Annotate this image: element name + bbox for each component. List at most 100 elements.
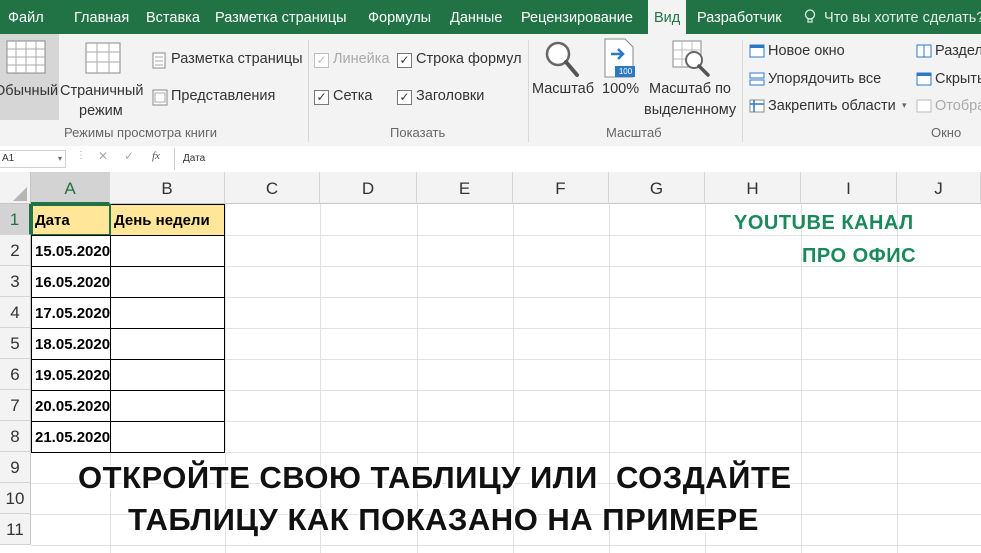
table-cell-empty[interactable] bbox=[110, 235, 225, 267]
tab-insert[interactable]: Вставка bbox=[146, 0, 200, 34]
page-markup-icon bbox=[152, 52, 166, 69]
tell-me-text: Что вы хотите сделать? bbox=[824, 10, 981, 26]
tell-me-box[interactable]: Что вы хотите сделать? bbox=[804, 0, 981, 34]
formula-bar-checkbox[interactable]: ✓ bbox=[397, 53, 412, 68]
split-icon bbox=[916, 44, 932, 58]
arrange-all-button[interactable]: Упорядочить все bbox=[747, 70, 907, 92]
normal-view-button[interactable]: Обычный bbox=[0, 34, 59, 120]
table-row[interactable]: 19.05.2020 bbox=[31, 359, 111, 391]
zoom-button[interactable]: Масштаб bbox=[530, 34, 598, 120]
formula-input[interactable]: Дата bbox=[174, 148, 981, 170]
column-header-d[interactable]: D bbox=[320, 172, 417, 204]
ruler-checkbox[interactable]: ✓ bbox=[314, 53, 329, 68]
row-header-8[interactable]: 8 bbox=[0, 421, 31, 452]
column-header-f[interactable]: F bbox=[513, 172, 609, 204]
column-header-e[interactable]: E bbox=[417, 172, 513, 204]
ruler-label: Линейка bbox=[333, 51, 390, 67]
tab-file[interactable]: Файл bbox=[8, 0, 44, 34]
check-icon[interactable]: ✓ bbox=[124, 149, 134, 163]
freeze-panes-button[interactable]: Закрепить области ▾ bbox=[747, 97, 912, 119]
table-cell-empty[interactable] bbox=[110, 421, 225, 453]
table-row[interactable]: 16.05.2020 bbox=[31, 266, 111, 298]
page-layout-icon bbox=[85, 42, 121, 74]
column-header-i[interactable]: I bbox=[801, 172, 897, 204]
column-header-c[interactable]: C bbox=[225, 172, 320, 204]
table-row[interactable]: 21.05.2020 bbox=[31, 421, 111, 453]
hide-label: Скрыть bbox=[935, 71, 981, 87]
table-cell-empty[interactable] bbox=[110, 390, 225, 422]
hide-button[interactable]: Скрыть bbox=[914, 70, 981, 92]
gridlines-checkbox[interactable]: ✓ bbox=[314, 90, 329, 105]
row-header-5[interactable]: 5 bbox=[0, 328, 31, 359]
new-window-button[interactable]: Новое окно bbox=[747, 42, 907, 64]
tab-home[interactable]: Главная bbox=[74, 0, 129, 34]
row-header-6[interactable]: 6 bbox=[0, 359, 31, 390]
page-markup-label: Разметка страницы bbox=[171, 51, 303, 67]
row-header-2[interactable]: 2 bbox=[0, 235, 31, 266]
arrange-all-icon bbox=[749, 72, 765, 86]
zoom-selection-label-1: Масштаб по bbox=[649, 81, 731, 97]
table-cell-empty[interactable] bbox=[110, 359, 225, 391]
zoom-to-selection-button[interactable]: Масштаб по выделенному bbox=[642, 34, 742, 120]
unhide-button[interactable]: Отобразить bbox=[914, 97, 981, 119]
tab-data[interactable]: Данные bbox=[450, 0, 502, 34]
ribbon-tab-bar: Файл Главная Вставка Разметка страницы Ф… bbox=[0, 0, 981, 34]
column-header-b[interactable]: B bbox=[110, 172, 225, 204]
column-header-h[interactable]: H bbox=[705, 172, 801, 204]
table-cell-empty[interactable] bbox=[110, 297, 225, 329]
row-header-9[interactable]: 9 bbox=[0, 452, 31, 483]
select-all-button[interactable] bbox=[0, 172, 31, 204]
column-header-g[interactable]: G bbox=[609, 172, 705, 204]
table-cell-empty[interactable] bbox=[110, 328, 225, 360]
caption-line-2: ТАБЛИЦУ КАК ПОКАЗАНО НА ПРИМЕРЕ bbox=[128, 502, 759, 537]
headings-label: Заголовки bbox=[416, 88, 485, 104]
column-header-a[interactable]: A bbox=[31, 172, 110, 204]
ribbon-view: Обычный Страничный режим Разметка страни… bbox=[0, 34, 981, 147]
group-label-show: Показать bbox=[390, 125, 446, 140]
page-break-preview-button[interactable]: Разметка страницы bbox=[150, 50, 310, 72]
worksheet-grid[interactable]: A B C D E F G H I J 1 2 3 4 5 6 7 8 9 10… bbox=[0, 172, 981, 553]
row-header-11[interactable]: 11 bbox=[0, 514, 31, 545]
tab-page-layout[interactable]: Разметка страницы bbox=[215, 0, 347, 34]
select-all-icon bbox=[13, 187, 27, 201]
page-layout-label-1: Страничный bbox=[60, 83, 144, 99]
row-header-3[interactable]: 3 bbox=[0, 266, 31, 297]
formula-bar-label: Строка формул bbox=[416, 51, 522, 67]
name-box-value: A1 bbox=[2, 153, 15, 164]
custom-views-button[interactable]: Представления bbox=[150, 87, 290, 109]
row-header-7[interactable]: 7 bbox=[0, 390, 31, 421]
tab-review[interactable]: Рецензирование bbox=[521, 0, 633, 34]
headings-checkbox[interactable]: ✓ bbox=[397, 90, 412, 105]
zoom-selection-label-2: выделенному bbox=[644, 102, 737, 118]
normal-view-icon bbox=[6, 40, 46, 74]
zoom-100-button[interactable]: 100 100% bbox=[598, 34, 642, 120]
chevron-down-icon: ▾ bbox=[902, 100, 907, 110]
table-row[interactable]: 18.05.2020 bbox=[31, 328, 111, 360]
column-header-j[interactable]: J bbox=[897, 172, 981, 204]
tab-developer[interactable]: Разработчик bbox=[697, 0, 782, 34]
tab-view[interactable]: Вид bbox=[648, 0, 687, 34]
table-header-weekday[interactable]: День недели bbox=[110, 204, 225, 236]
page-layout-view-button[interactable]: Страничный режим bbox=[59, 34, 147, 120]
function-icon[interactable]: fx bbox=[152, 150, 160, 162]
name-box[interactable]: A1 ▾ bbox=[0, 150, 66, 168]
group-label-window: Окно bbox=[931, 125, 962, 140]
zoom-selection-icon bbox=[672, 40, 710, 77]
row-header-1[interactable]: 1 bbox=[0, 204, 31, 235]
table-row[interactable]: 17.05.2020 bbox=[31, 297, 111, 329]
table-row[interactable]: 20.05.2020 bbox=[31, 390, 111, 422]
active-cell-outline bbox=[31, 204, 111, 236]
table-row[interactable]: 15.05.2020 bbox=[31, 235, 111, 267]
zoom-100-label: 100% bbox=[602, 81, 640, 97]
cancel-icon[interactable]: ✕ bbox=[98, 149, 108, 163]
new-window-icon bbox=[749, 44, 765, 58]
table-cell-empty[interactable] bbox=[110, 266, 225, 298]
row-header-10[interactable]: 10 bbox=[0, 483, 31, 514]
views-label: Представления bbox=[171, 88, 276, 104]
split-button[interactable]: Разделить bbox=[914, 42, 981, 64]
tab-formulas[interactable]: Формулы bbox=[368, 0, 431, 34]
zoom-100-icon-text: 100 bbox=[618, 67, 633, 76]
watermark-line-1: YOUTUBE КАНАЛ bbox=[734, 212, 914, 234]
row-header-4[interactable]: 4 bbox=[0, 297, 31, 328]
formula-bar: A1 ▾ ⋮ ✕ ✓ fx Дата bbox=[0, 146, 981, 173]
